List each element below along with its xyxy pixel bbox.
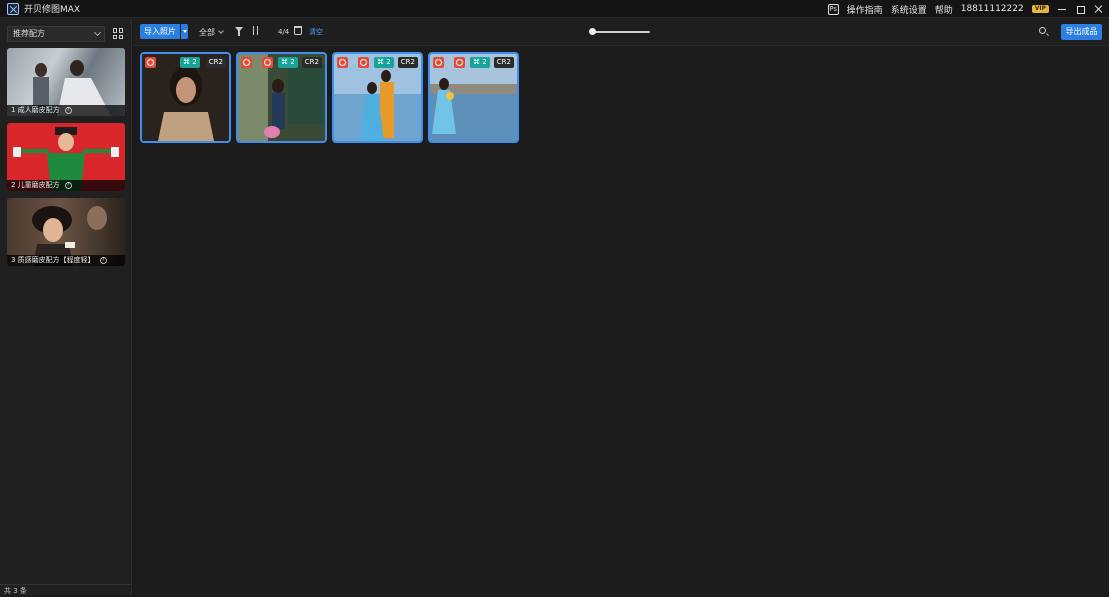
face-count-badge: ⌘ 2: [278, 57, 298, 68]
search-icon[interactable]: [1039, 27, 1046, 34]
preset-count: 共 3 条: [0, 584, 131, 595]
preset-label: 1 成人磨皮配方?: [7, 105, 125, 116]
photo-thumbnail[interactable]: ⌘ 2 CR2: [236, 52, 327, 143]
app-title: 开贝修图MAX: [24, 5, 81, 15]
titlebar-actions: Ps 操作指南 系统设置 帮助 18811112222 VIP: [827, 0, 1103, 18]
preset-label: 2 儿童磨皮配方?: [7, 180, 125, 191]
preset-category-select[interactable]: 推荐配方: [7, 26, 105, 42]
face-count-badge: ⌘ 2: [374, 57, 394, 68]
filter-value: 全部: [199, 28, 215, 37]
face-count-badge: ⌘ 2: [470, 57, 490, 68]
chevron-down-icon: [93, 28, 102, 37]
retouch-icon: [241, 57, 252, 68]
zoom-slider[interactable]: [590, 31, 650, 33]
trash-icon[interactable]: [294, 26, 302, 35]
format-badge: CR2: [397, 57, 418, 68]
settings-link[interactable]: 系统设置: [891, 3, 927, 16]
minimize-icon[interactable]: [1057, 4, 1067, 14]
format-badge: CR2: [301, 57, 322, 68]
help-icon[interactable]: ?: [99, 256, 107, 264]
import-dropdown-icon[interactable]: [181, 24, 188, 39]
preset-card[interactable]: 2 儿童磨皮配方?: [7, 123, 125, 191]
export-button[interactable]: 导出成品: [1061, 24, 1102, 40]
help-icon[interactable]: ?: [64, 106, 72, 114]
retouch-icon: [433, 57, 444, 68]
maximize-icon[interactable]: [1075, 4, 1085, 14]
filter-icon[interactable]: [235, 27, 243, 36]
preset-card[interactable]: 3 质感磨皮配方【程度轻】?: [7, 198, 125, 266]
photo-thumbnail[interactable]: ⌘ 2 CR2: [332, 52, 423, 143]
photo-thumbnail[interactable]: ⌘ 2 CR2: [428, 52, 519, 143]
format-badge: CR2: [205, 57, 226, 68]
preset-category-value: 推荐配方: [13, 29, 45, 38]
help-link[interactable]: 帮助: [935, 3, 953, 16]
retouch-icon: [145, 57, 156, 68]
photo-thumbnail[interactable]: ⌘ 2 CR2: [140, 52, 231, 143]
face-count-badge: ⌘ 2: [180, 57, 200, 68]
preset-label: 3 质感磨皮配方【程度轻】?: [7, 255, 125, 266]
photo-count: 4/4: [278, 28, 290, 36]
guide-link[interactable]: 操作指南: [847, 3, 883, 16]
toolbar: 导入照片 全部 4/4 清空 导出成品: [133, 19, 1109, 46]
app-logo-icon: [7, 2, 19, 15]
chevron-down-icon: [218, 28, 224, 34]
user-phone[interactable]: 18811112222: [961, 4, 1024, 14]
zoom-slider-handle[interactable]: [589, 28, 596, 35]
title-bar: 开贝修图MAX Ps 操作指南 系统设置 帮助 18811112222 VIP: [0, 0, 1109, 18]
help-icon[interactable]: ?: [64, 181, 72, 189]
preset-card[interactable]: 1 成人磨皮配方?: [7, 48, 125, 116]
preset-sidebar: 推荐配方 1 成人磨皮配方? 2 儿童磨皮配方 ? 3 质感磨皮配方【程度轻】 …: [0, 19, 132, 595]
close-icon[interactable]: [1093, 4, 1103, 14]
photo-grid: ⌘ 2 CR2 ⌘ 2 CR2 ⌘ 2 CR2 ⌘ 2 CR2: [133, 47, 1109, 595]
face-icon: [358, 57, 369, 68]
face-icon: [262, 57, 273, 68]
retouch-icon: [337, 57, 348, 68]
filter-select[interactable]: 全部: [199, 27, 224, 38]
format-badge: CR2: [493, 57, 514, 68]
vip-badge: VIP: [1031, 5, 1049, 13]
face-icon: [454, 57, 465, 68]
import-photos-button[interactable]: 导入照片: [140, 24, 180, 39]
guide-icon[interactable]: Ps: [827, 3, 839, 15]
sort-icon[interactable]: [251, 26, 260, 36]
grid-view-icon[interactable]: [113, 28, 124, 39]
clear-button[interactable]: 清空: [309, 27, 323, 37]
